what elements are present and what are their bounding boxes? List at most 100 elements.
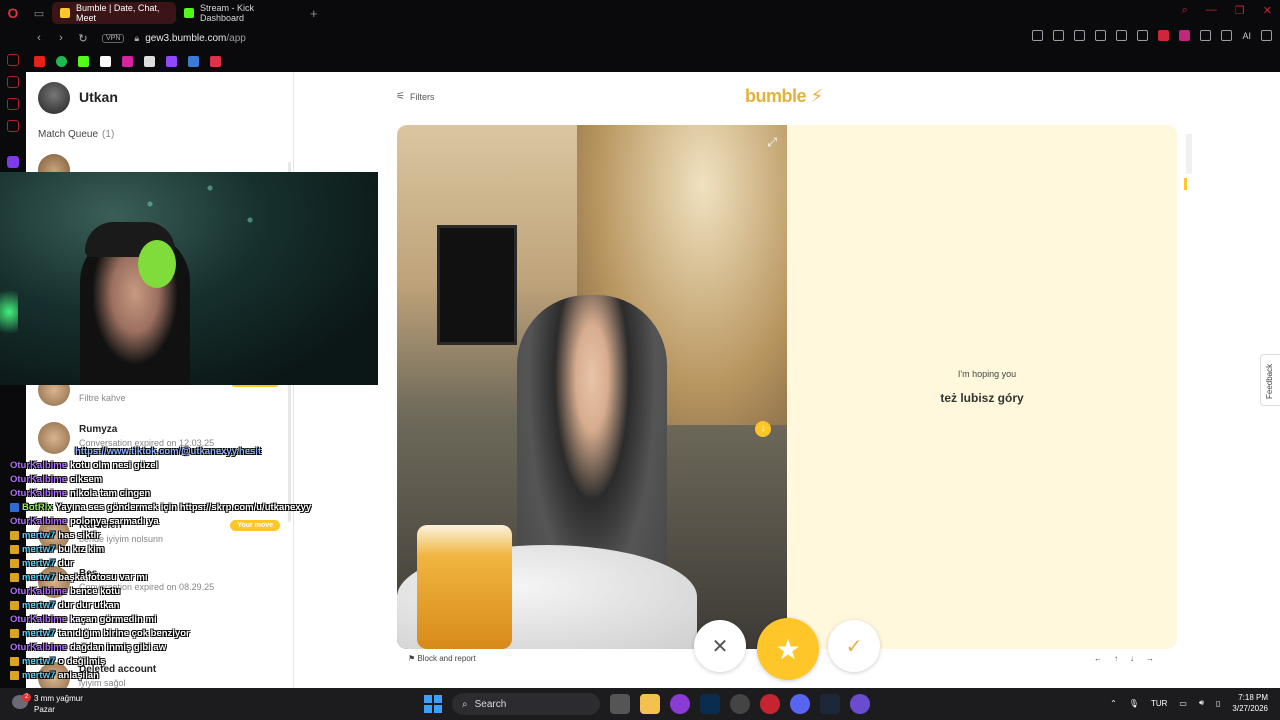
play-icon[interactable]: [1116, 30, 1128, 41]
maximize-icon[interactable]: ❐: [1235, 4, 1245, 17]
aria-icon[interactable]: [7, 54, 19, 66]
messenger-icon[interactable]: [7, 98, 19, 110]
chat-username[interactable]: OturKalbime: [10, 516, 67, 527]
stream-chat-overlay: https://www.tiktok.com/@utkanexyy.hesit O…: [0, 444, 380, 688]
chat-username[interactable]: mertw7: [22, 544, 55, 555]
menu-icon[interactable]: [1261, 30, 1272, 41]
mail-icon[interactable]: [7, 120, 19, 132]
chat-username[interactable]: OturKalbime: [10, 586, 67, 597]
feedback-tab[interactable]: Feedback: [1260, 354, 1280, 406]
weather-widget[interactable]: 2 3 mm yağmur Pazar: [12, 693, 83, 715]
app-icon[interactable]: [850, 694, 870, 714]
tiktok-icon[interactable]: [144, 55, 155, 67]
user-name[interactable]: Utkan: [79, 89, 118, 105]
taskbar-search[interactable]: ⌕ Search: [452, 693, 600, 715]
opera-logo-icon[interactable]: O: [0, 0, 26, 26]
profile-icon[interactable]: [1221, 30, 1233, 41]
forward-icon[interactable]: ›: [52, 32, 70, 44]
match-queue-header: Match Queue (1): [38, 129, 114, 140]
chat-message: BotRix Yayına ses göndermek için https://…: [10, 500, 311, 514]
chat-text[interactable]: https://www.tiktok.com/@utkanexyy.hesit: [75, 446, 261, 457]
chevron-up-icon[interactable]: ⌃: [1110, 699, 1117, 708]
bumble-logo[interactable]: bumble ⚡︎: [745, 86, 823, 107]
tab-bumble[interactable]: Bumble | Date, Chat, Meet: [52, 2, 176, 24]
tab-kick[interactable]: Stream - Kick Dashboard: [176, 2, 304, 24]
shopping-icon[interactable]: [7, 76, 19, 88]
new-tab-icon[interactable]: +: [310, 6, 318, 21]
expand-icon[interactable]: ⤢: [767, 135, 777, 150]
x-icon[interactable]: [100, 55, 111, 67]
filters-button[interactable]: ⚟ Filters: [396, 91, 434, 102]
photoshop-icon[interactable]: [700, 694, 720, 714]
opera-icon[interactable]: [760, 694, 780, 714]
twitch-bookmark-icon[interactable]: [166, 55, 177, 67]
heart-icon[interactable]: [1137, 30, 1149, 41]
chat-username[interactable]: OturKalbime: [10, 474, 67, 485]
match-queue-label: Match Queue: [38, 129, 99, 140]
close-icon[interactable]: ✕: [1263, 4, 1272, 17]
sliders-icon: ⚟: [396, 91, 405, 102]
back-icon[interactable]: ‹: [30, 32, 48, 44]
chat-badge-icon: [10, 656, 19, 666]
chat-username[interactable]: OturKalbime: [10, 614, 67, 625]
microphone-icon[interactable]: 🎙︎: [1129, 699, 1139, 708]
kick-icon[interactable]: [78, 55, 89, 67]
lock-icon[interactable]: 🔒︎: [134, 33, 139, 44]
superswipe-button[interactable]: ★: [757, 618, 819, 680]
network-icon[interactable]: ▭: [1179, 699, 1187, 708]
chat-username[interactable]: mertw7: [22, 600, 55, 611]
twitch-icon[interactable]: [7, 156, 19, 168]
url-field[interactable]: gew3.bumble.com/app: [145, 33, 246, 44]
task-view-icon[interactable]: [610, 694, 630, 714]
translate-icon[interactable]: [1095, 30, 1107, 41]
chat-username[interactable]: mertw7: [22, 628, 55, 639]
chat-username[interactable]: mertw7: [22, 656, 55, 667]
discord-icon[interactable]: [790, 694, 810, 714]
reload-icon[interactable]: ↻: [74, 32, 92, 45]
discord-bookmark-icon[interactable]: [210, 55, 221, 67]
pin-icon[interactable]: [1032, 30, 1044, 41]
search-tabs-icon[interactable]: ⌕: [1182, 4, 1188, 17]
ai-button[interactable]: AI: [1242, 31, 1251, 41]
chat-message: OturKalbime kotu olm nesi güzel: [10, 458, 158, 472]
vpn-badge[interactable]: VPN: [102, 33, 125, 43]
chat-username[interactable]: OturKalbime: [10, 642, 67, 653]
chat-username[interactable]: mertw7: [22, 558, 55, 569]
chat-username[interactable]: BotRix: [22, 502, 53, 513]
instagram-icon[interactable]: [122, 55, 133, 67]
like-button[interactable]: ✓: [828, 620, 880, 672]
chat-username[interactable]: mertw7: [22, 670, 55, 681]
photo-beer: [417, 525, 512, 649]
scroll-down-icon[interactable]: ↓: [755, 421, 771, 437]
puzzle-icon[interactable]: [1200, 30, 1212, 41]
minimize-icon[interactable]: —: [1206, 4, 1217, 17]
obs-icon[interactable]: [730, 694, 750, 714]
battery-icon[interactable]: ▯: [1216, 699, 1220, 708]
shield-icon[interactable]: [1074, 30, 1086, 41]
chat-username[interactable]: OturKalbime: [10, 460, 67, 471]
tab-menu-icon[interactable]: ▭: [26, 0, 52, 26]
profile-photo[interactable]: ⤢ ↓: [397, 125, 787, 649]
extension-icon[interactable]: [1179, 30, 1191, 41]
steam-icon[interactable]: [820, 694, 840, 714]
volume-icon[interactable]: 🔊︎: [1199, 698, 1204, 708]
pass-button[interactable]: ✕: [694, 620, 746, 672]
chat-username[interactable]: OturKalbime: [10, 488, 67, 499]
user-avatar[interactable]: [38, 82, 70, 114]
adblock-icon[interactable]: [1158, 30, 1170, 41]
chat-username[interactable]: mertw7: [22, 572, 55, 583]
file-explorer-icon[interactable]: [640, 694, 660, 714]
clock[interactable]: 7:18 PM 3/27/2026: [1232, 692, 1268, 714]
steam-bookmark-icon[interactable]: [188, 55, 199, 67]
block-report-link[interactable]: ⚑ Block and report: [408, 654, 476, 663]
youtube-icon[interactable]: [34, 55, 45, 67]
chat-username[interactable]: mertw7: [22, 530, 55, 541]
windows-start-icon[interactable]: [424, 695, 442, 713]
chat-text: tanıdığım birine çok benziyor: [58, 627, 190, 639]
spotify-icon[interactable]: [56, 55, 67, 67]
language-indicator[interactable]: TUR: [1151, 699, 1167, 708]
tor-icon[interactable]: [670, 694, 690, 714]
search-label: Search: [474, 698, 507, 710]
filters-label: Filters: [409, 91, 435, 102]
snapshot-icon[interactable]: [1053, 30, 1065, 41]
